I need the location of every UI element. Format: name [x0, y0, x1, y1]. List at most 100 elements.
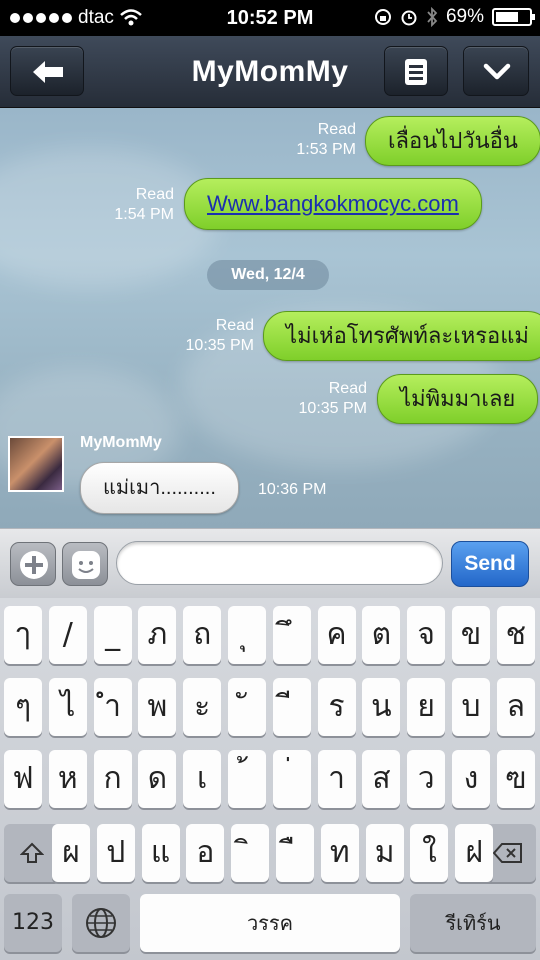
- key-row2-4[interactable]: พ: [138, 678, 177, 736]
- chat-title: MyMomMy: [191, 55, 349, 88]
- emoji-button[interactable]: [62, 542, 108, 586]
- emoji-face-icon: [72, 551, 100, 579]
- key-row2-7[interactable]: ี: [272, 678, 311, 736]
- key-row1-10[interactable]: จ: [407, 606, 446, 664]
- key-row4-7[interactable]: ท: [320, 824, 359, 882]
- key-row3-12[interactable]: ฃ: [496, 750, 535, 808]
- battery-fill: [496, 12, 518, 22]
- shift-arrow-icon: [19, 842, 45, 863]
- key-row4-6[interactable]: ื: [276, 824, 314, 882]
- chevron-down-icon: [483, 63, 511, 80]
- key-row2-10[interactable]: ย: [407, 678, 446, 736]
- key-row2-2[interactable]: ไ: [48, 678, 87, 736]
- message-meta: Read 1:53 PM: [280, 120, 356, 160]
- key-row4-4[interactable]: อ: [186, 824, 225, 882]
- message-link[interactable]: Www.bangkokmocyc.com: [207, 191, 459, 216]
- key-row1-5[interactable]: ถ: [183, 606, 222, 664]
- message-meta: Read 10:35 PM: [277, 379, 367, 419]
- orientation-lock-icon: [374, 9, 391, 25]
- key-row3-4[interactable]: ด: [138, 750, 177, 808]
- key-row1-11[interactable]: ข: [452, 606, 490, 664]
- avatar[interactable]: [8, 436, 64, 492]
- message-text: ไม่พิมมาเลย: [400, 386, 516, 411]
- attach-button[interactable]: [10, 542, 56, 586]
- key-row1-6[interactable]: ุ: [228, 606, 266, 664]
- key-row4-9[interactable]: ใ: [410, 824, 449, 882]
- key-row1-4[interactable]: ภ: [138, 606, 177, 664]
- message-time: 1:54 PM: [114, 206, 174, 223]
- globe-key[interactable]: [72, 894, 130, 952]
- message-text: ไม่เห่อโทรศัพท์ละเหรอแม่: [286, 323, 529, 348]
- outgoing-message-bubble[interactable]: ไม่พิมมาเลย: [377, 374, 539, 424]
- message-meta: Read 10:35 PM: [164, 316, 254, 356]
- key-row1-7[interactable]: ึ: [272, 606, 311, 664]
- message-input[interactable]: [116, 541, 443, 585]
- key-row2-3[interactable]: ำ: [93, 678, 132, 736]
- message-time: 10:35 PM: [298, 400, 367, 417]
- message-time: 10:35 PM: [185, 337, 254, 354]
- key-row4-2[interactable]: ป: [96, 824, 135, 882]
- key-row3-8[interactable]: า: [317, 750, 356, 808]
- key-row1-12[interactable]: ช: [496, 606, 535, 664]
- key-row2-12[interactable]: ล: [496, 678, 535, 736]
- menu-list-icon: [405, 59, 427, 85]
- key-row4-3[interactable]: แ: [141, 824, 180, 882]
- key-row1-3[interactable]: _: [93, 606, 132, 664]
- key-row3-9[interactable]: ส: [362, 750, 401, 808]
- outgoing-message-bubble[interactable]: เลื่อนไปวันอื่น: [365, 116, 540, 166]
- status-bar: dtac 10:52 PM 69%: [0, 0, 540, 36]
- menu-button[interactable]: [384, 46, 448, 96]
- key-row3-10[interactable]: ว: [407, 750, 446, 808]
- expand-button[interactable]: [463, 46, 529, 96]
- key-row1-9[interactable]: ต: [362, 606, 401, 664]
- read-status: Read: [317, 121, 356, 138]
- key-row2-5[interactable]: ะ: [183, 678, 222, 736]
- key-row2-6[interactable]: ั: [228, 678, 266, 736]
- read-status: Read: [135, 186, 174, 203]
- read-status: Read: [328, 380, 367, 397]
- key-row3-7[interactable]: ่: [272, 750, 311, 808]
- key-row3-1[interactable]: ฟ: [4, 750, 42, 808]
- key-row4-8[interactable]: ม: [365, 824, 404, 882]
- key-row3-6[interactable]: ้: [228, 750, 266, 808]
- space-key[interactable]: วรรค: [140, 894, 400, 952]
- outgoing-message-bubble[interactable]: ไม่เห่อโทรศัพท์ละเหรอแม่: [263, 311, 540, 361]
- key-row2-11[interactable]: บ: [452, 678, 490, 736]
- thai-keyboard: 123 วรรค รีเทิร์น ๅ/_ภถุึคตจขชๆไำพะัีรนย…: [0, 598, 540, 960]
- chat-area[interactable]: Read 1:53 PM เลื่อนไปวันอื่น Read 1:54 P…: [0, 108, 540, 528]
- message-time: 10:36 PM: [258, 481, 327, 498]
- key-row2-8[interactable]: ร: [317, 678, 356, 736]
- read-status: Read: [215, 317, 254, 334]
- nav-bar: MyMomMy: [0, 36, 540, 108]
- alarm-icon: [401, 10, 417, 26]
- message-text: เลื่อนไปวันอื่น: [388, 128, 518, 153]
- message-text: แม่เมา..........: [103, 477, 216, 499]
- plus-icon: [20, 551, 48, 579]
- status-right: 69%: [374, 6, 535, 28]
- key-row4-10[interactable]: ฝ: [455, 824, 494, 882]
- key-row2-1[interactable]: ๆ: [4, 678, 42, 736]
- send-button[interactable]: Send: [451, 541, 529, 587]
- delete-backspace-icon: [492, 843, 522, 863]
- key-row3-2[interactable]: ห: [48, 750, 87, 808]
- key-row1-1[interactable]: ๅ: [4, 606, 42, 664]
- key-row2-9[interactable]: น: [362, 678, 401, 736]
- key-row1-8[interactable]: ค: [317, 606, 356, 664]
- input-bar: Send: [0, 528, 540, 598]
- bluetooth-icon: [427, 7, 438, 27]
- key-row4-5[interactable]: ิ: [231, 824, 270, 882]
- return-key[interactable]: รีเทิร์น: [410, 894, 536, 952]
- key-row3-3[interactable]: ก: [93, 750, 132, 808]
- message-meta: Read 1:54 PM: [98, 185, 174, 225]
- key-row4-1[interactable]: ผ: [52, 824, 90, 882]
- message-time: 1:53 PM: [296, 141, 356, 158]
- key-row1-2[interactable]: /: [48, 606, 87, 664]
- date-divider: Wed, 12/4: [207, 260, 329, 290]
- battery-percent: 69%: [445, 6, 484, 27]
- sender-name: MyMomMy: [80, 434, 162, 451]
- numbers-key[interactable]: 123: [4, 894, 62, 952]
- key-row3-5[interactable]: เ: [183, 750, 222, 808]
- outgoing-message-bubble[interactable]: Www.bangkokmocyc.com: [184, 178, 482, 230]
- key-row3-11[interactable]: ง: [452, 750, 490, 808]
- incoming-message-bubble[interactable]: แม่เมา..........: [80, 462, 239, 514]
